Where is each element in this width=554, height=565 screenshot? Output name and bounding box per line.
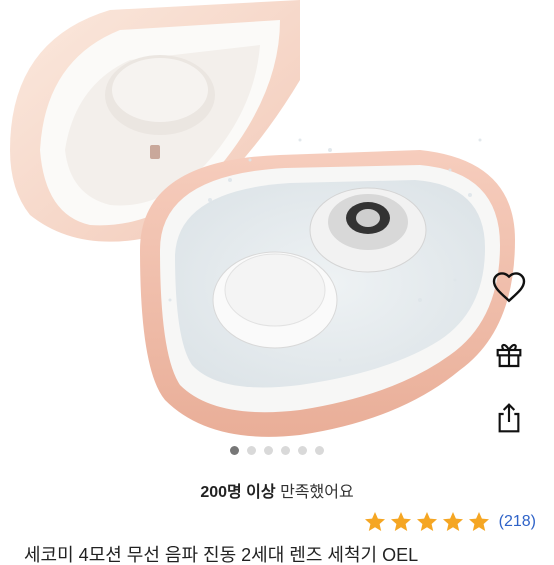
product-title: 세코미 4모션 무선 음파 진동 2세대 렌즈 세척기 OEL [24,545,419,565]
share-button[interactable] [487,396,531,440]
heart-icon [492,272,526,303]
carousel-dot[interactable] [247,446,256,455]
carousel-dot-active[interactable] [230,446,239,455]
carousel-dot[interactable] [298,446,307,455]
star-icon [364,512,385,531]
star-icon [442,512,463,531]
product-actions [482,262,536,440]
favorite-button[interactable] [487,266,531,310]
share-icon [498,403,520,433]
carousel-indicator [0,446,554,455]
satisfaction-suffix: 만족했어요 [280,484,354,501]
satisfaction-text: 200명 이상 만족했어요 [0,478,554,502]
lens-cleaner-illustration [10,0,515,437]
satisfaction-count: 200명 이상 [200,484,276,501]
carousel-dot[interactable] [281,446,290,455]
rating-summary[interactable]: (218) [363,510,536,534]
carousel-dot[interactable] [264,446,273,455]
gift-icon [496,343,522,368]
star-icon [468,512,489,531]
gift-button[interactable] [487,332,531,376]
star-icon [390,512,411,531]
star-icon [416,512,437,531]
product-image[interactable] [0,0,554,440]
carousel-dot[interactable] [315,446,324,455]
review-count[interactable]: (218) [499,513,536,531]
